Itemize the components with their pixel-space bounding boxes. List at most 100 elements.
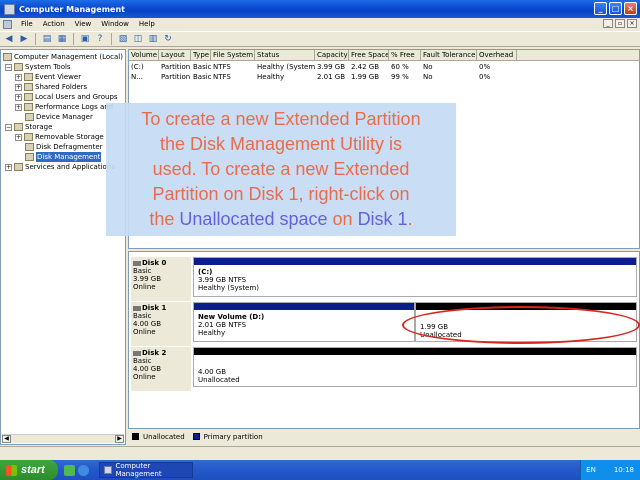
tree-item-disk-management[interactable]: Disk Management <box>25 152 102 162</box>
tree-item-shared-folders[interactable]: + Shared Folders <box>15 82 87 92</box>
partition-title: (C:) <box>198 268 213 276</box>
disk-0-label[interactable]: Disk 0 Basic 3.99 GB Online <box>131 257 191 301</box>
tree-item-label: Services and Applications <box>25 163 115 171</box>
mmc-document-icon[interactable] <box>3 19 12 29</box>
internet-explorer-icon[interactable] <box>78 464 89 476</box>
title-bar[interactable]: Computer Management _ □ × <box>0 0 640 18</box>
partition-d[interactable]: New Volume (D:) 2.01 GB NTFS Healthy <box>193 302 415 342</box>
expand-toggle[interactable]: + <box>15 93 22 101</box>
column-capacity[interactable]: Capacity <box>315 50 349 61</box>
taskbar-item-computer-management[interactable]: Computer Management <box>99 462 193 478</box>
scroll-left-icon[interactable]: ◀ <box>2 435 11 443</box>
tree-item-event-viewer[interactable]: + Event Viewer <box>15 72 81 82</box>
unallocated-space-disk-2[interactable]: 4.00 GB Unallocated <box>193 347 637 387</box>
refresh-icon[interactable]: ↻ <box>162 33 174 45</box>
tree-item-local-users[interactable]: + Local Users and Groups <box>15 92 118 102</box>
tree-item-disk-defragmenter[interactable]: Disk Defragmenter <box>25 142 103 152</box>
horizontal-scrollbar[interactable]: ◀ ▶ <box>2 434 124 443</box>
help-icon[interactable]: ? <box>94 33 106 45</box>
menu-view[interactable]: View <box>71 20 96 28</box>
tree-item-system-tools[interactable]: − System Tools <box>5 62 71 72</box>
inner-restore-button[interactable]: ▫ <box>615 19 625 28</box>
column-free-space[interactable]: Free Space <box>349 50 389 61</box>
partition-status: Healthy (System) <box>198 284 259 292</box>
overlay-highlight-unallocated: Unallocated space <box>179 209 328 229</box>
close-button[interactable]: × <box>624 2 637 15</box>
tree-item-device-manager[interactable]: Device Manager <box>25 112 93 122</box>
partition-c[interactable]: (C:) 3.99 GB NTFS Healthy (System) <box>193 257 637 297</box>
menu-help[interactable]: Help <box>135 20 159 28</box>
storage-icon <box>14 123 23 131</box>
tree-item-computer-management[interactable]: Computer Management (Local) <box>3 52 123 62</box>
expand-toggle[interactable]: + <box>5 163 12 171</box>
cell-fault-tolerance: No <box>423 63 433 71</box>
partition-size: 4.00 GB <box>198 368 227 376</box>
minimize-button[interactable]: _ <box>594 2 607 15</box>
column-fault-tolerance[interactable]: Fault Tolerance <box>421 50 477 61</box>
tree-item-label: Computer Management (Local) <box>14 53 123 61</box>
disk-type: Basic <box>133 312 152 320</box>
primary-swatch <box>192 433 200 440</box>
inner-minimize-button[interactable]: _ <box>603 19 613 28</box>
menu-window[interactable]: Window <box>97 20 133 28</box>
quick-launch <box>64 464 89 476</box>
disk-icon <box>25 153 34 161</box>
inner-close-button[interactable]: × <box>627 19 637 28</box>
back-arrow-icon[interactable]: ◀ <box>3 33 15 45</box>
users-icon <box>24 93 33 101</box>
legend: Unallocated Primary partition <box>128 430 640 443</box>
unallocated-bar <box>194 348 636 355</box>
collapse-toggle[interactable]: − <box>5 123 12 131</box>
settings-icon[interactable]: ▥ <box>147 33 159 45</box>
disk-state: Online <box>133 328 156 336</box>
overlay-text: the <box>149 209 180 229</box>
expand-toggle[interactable]: + <box>15 83 22 91</box>
toolbar: ◀ ▶ ▤ ▦ ▣ ? ▧ ◫ ▥ ↻ <box>0 31 640 47</box>
taskbar: start Computer Management EN 10:18 <box>0 460 640 480</box>
properties-icon[interactable]: ▣ <box>79 33 91 45</box>
column-volume[interactable]: Volume <box>129 50 159 61</box>
scroll-right-icon[interactable]: ▶ <box>115 435 124 443</box>
column-percent-free[interactable]: % Free <box>389 50 421 61</box>
column-layout[interactable]: Layout <box>159 50 191 61</box>
performance-icon <box>24 103 33 111</box>
expand-toggle[interactable]: + <box>15 133 22 141</box>
column-file-system[interactable]: File System <box>211 50 255 61</box>
expand-toggle[interactable]: + <box>15 73 22 81</box>
partition-title: New Volume (D:) <box>198 313 265 321</box>
overlay-line: the Unallocated space on Disk 1. <box>106 207 456 232</box>
disk-size: 4.00 GB <box>133 320 162 328</box>
column-status[interactable]: Status <box>255 50 315 61</box>
primary-partition-bar <box>194 258 636 265</box>
language-indicator[interactable]: EN <box>586 466 596 474</box>
disk-state: Online <box>133 373 156 381</box>
toolbar-divider <box>111 33 112 45</box>
column-type[interactable]: Type <box>191 50 211 61</box>
tree-item-label: Local Users and Groups <box>35 93 118 101</box>
disk-1-label[interactable]: Disk 1 Basic 4.00 GB Online <box>131 302 191 346</box>
menu-file[interactable]: File <box>17 20 37 28</box>
show-desktop-icon[interactable] <box>64 464 75 476</box>
collapse-toggle[interactable]: − <box>5 63 12 71</box>
tree-item-performance-logs[interactable]: + Performance Logs and <box>15 102 113 112</box>
column-overhead[interactable]: Overhead <box>477 50 517 61</box>
tree-item-removable-storage[interactable]: + Removable Storage <box>15 132 104 142</box>
menu-action[interactable]: Action <box>39 20 69 28</box>
cell-free-space: 1.99 GB <box>351 73 380 81</box>
disk-view-icon[interactable]: ◫ <box>132 33 144 45</box>
show-hide-tree-icon[interactable]: ▦ <box>56 33 68 45</box>
disk-size: 3.99 GB <box>133 275 162 283</box>
tree-item-services[interactable]: + Services and Applications <box>5 162 115 172</box>
computer-management-icon <box>4 3 15 15</box>
forward-arrow-icon[interactable]: ▶ <box>18 33 30 45</box>
export-list-icon[interactable]: ▧ <box>117 33 129 45</box>
up-folder-icon[interactable]: ▤ <box>41 33 53 45</box>
expand-toggle[interactable]: + <box>15 103 22 111</box>
cell-file-system: NTFS <box>213 63 231 71</box>
start-button[interactable]: start <box>0 460 58 480</box>
tree-item-storage[interactable]: − Storage <box>5 122 52 132</box>
maximize-button[interactable]: □ <box>609 2 622 15</box>
clock[interactable]: 10:18 <box>614 466 634 474</box>
disk-state: Online <box>133 283 156 291</box>
disk-2-label[interactable]: Disk 2 Basic 4.00 GB Online <box>131 347 191 391</box>
